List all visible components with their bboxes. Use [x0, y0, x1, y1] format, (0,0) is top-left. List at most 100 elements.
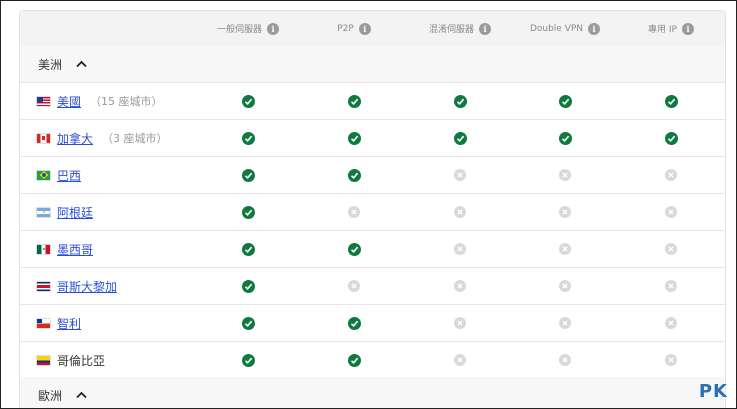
country-link[interactable]: 阿根廷 — [57, 204, 93, 221]
table-row: 墨西哥 — [20, 231, 725, 268]
country-cell: 阿根廷 — [37, 194, 93, 230]
support-cell — [555, 268, 575, 304]
support-cell — [450, 231, 470, 267]
country-link[interactable]: 智利 — [57, 315, 81, 332]
flag-cl-icon — [37, 318, 50, 328]
country-link[interactable]: 美國 — [57, 93, 81, 110]
check-icon — [347, 316, 361, 330]
column-header-0: 一般伺服器 i — [193, 11, 303, 46]
support-cell — [238, 83, 258, 119]
support-cell — [661, 305, 681, 341]
cross-icon — [665, 354, 677, 366]
check-icon — [453, 94, 467, 108]
column-header-label: P2P — [337, 23, 354, 34]
cross-icon — [559, 169, 571, 181]
support-cell — [661, 157, 681, 193]
country-cell: 哥倫比亞 — [37, 342, 105, 378]
flag-mx-icon — [37, 244, 50, 254]
country-cell: 美國 （15 座城市） — [37, 83, 163, 119]
cross-icon — [454, 280, 466, 292]
support-cell — [661, 231, 681, 267]
flag-us-icon — [37, 96, 50, 106]
support-cell — [450, 342, 470, 378]
check-icon — [347, 168, 361, 182]
check-icon — [558, 94, 572, 108]
support-cell — [344, 194, 364, 230]
check-icon — [664, 131, 678, 145]
flag-ar-icon — [37, 207, 50, 217]
support-cell — [238, 194, 258, 230]
support-cell — [555, 83, 575, 119]
table-row: 加拿大 （3 座城市） — [20, 120, 725, 157]
check-icon — [241, 242, 255, 256]
check-icon — [241, 353, 255, 367]
support-cell — [555, 120, 575, 156]
column-header-4: 專用 IP i — [616, 11, 726, 46]
support-cell — [661, 194, 681, 230]
info-icon[interactable]: i — [479, 22, 491, 35]
country-cell: 巴西 — [37, 157, 81, 193]
region-label: 歐洲 — [38, 388, 63, 403]
support-cell — [344, 268, 364, 304]
region-header[interactable]: 歐洲 — [20, 377, 725, 408]
watermark-logo: PK — [698, 381, 728, 402]
support-cell — [555, 157, 575, 193]
chevron-up-icon[interactable] — [76, 58, 88, 70]
cross-icon — [348, 206, 360, 218]
support-cell — [238, 231, 258, 267]
table-row: 巴西 — [20, 157, 725, 194]
support-cell — [555, 342, 575, 378]
check-icon — [347, 94, 361, 108]
support-cell — [555, 194, 575, 230]
country-cell: 哥斯大黎加 — [37, 268, 117, 304]
check-icon — [347, 242, 361, 256]
info-icon[interactable]: i — [588, 22, 601, 35]
check-icon — [241, 168, 255, 182]
column-header-label: Double VPN — [529, 23, 584, 34]
check-icon — [241, 279, 255, 293]
country-label: 哥倫比亞 — [57, 353, 106, 368]
support-cell — [344, 157, 364, 193]
check-icon — [241, 316, 255, 330]
country-link[interactable]: 墨西哥 — [57, 241, 93, 258]
support-cell — [661, 83, 681, 119]
cross-icon — [559, 354, 571, 366]
check-icon — [347, 353, 361, 367]
server-availability-table: 一般伺服器 i P2P i 混淆伺服器 i Double VPN i 專用 IP i 美洲 美國 （1… — [20, 11, 725, 408]
check-icon — [664, 94, 678, 108]
check-icon — [558, 131, 572, 145]
info-icon[interactable]: i — [358, 22, 371, 35]
country-cell: 智利 — [37, 305, 81, 341]
cross-icon — [665, 206, 677, 218]
support-cell — [238, 342, 258, 378]
cross-icon — [454, 354, 466, 366]
country-link[interactable]: 加拿大 — [57, 130, 93, 147]
cross-icon — [665, 317, 677, 329]
flag-br-icon — [37, 170, 50, 180]
support-cell — [238, 268, 258, 304]
table-header: 一般伺服器 i P2P i 混淆伺服器 i Double VPN i 專用 IP i — [20, 11, 725, 46]
support-cell — [661, 120, 681, 156]
info-icon[interactable]: i — [267, 22, 279, 35]
city-count-note: （3 座城市） — [102, 132, 168, 145]
chevron-up-icon[interactable] — [76, 389, 88, 401]
city-count-note: （15 座城市） — [90, 95, 163, 108]
table-row: 美國 （15 座城市） — [20, 83, 725, 120]
cross-icon — [348, 280, 360, 292]
column-header-label: 一般伺服器 — [216, 25, 262, 35]
cross-icon — [454, 317, 466, 329]
support-cell — [450, 83, 470, 119]
cross-icon — [454, 206, 466, 218]
support-cell — [450, 268, 470, 304]
support-cell — [344, 305, 364, 341]
country-link[interactable]: 哥斯大黎加 — [57, 278, 117, 295]
support-cell — [450, 157, 470, 193]
info-icon[interactable]: i — [681, 22, 694, 35]
column-header-label: 專用 IP — [648, 25, 677, 35]
country-link[interactable]: 巴西 — [57, 167, 81, 184]
region-header[interactable]: 美洲 — [20, 46, 725, 83]
support-cell — [555, 305, 575, 341]
table-row: 智利 — [20, 305, 725, 342]
column-header-1: P2P i — [299, 11, 409, 46]
support-cell — [238, 120, 258, 156]
